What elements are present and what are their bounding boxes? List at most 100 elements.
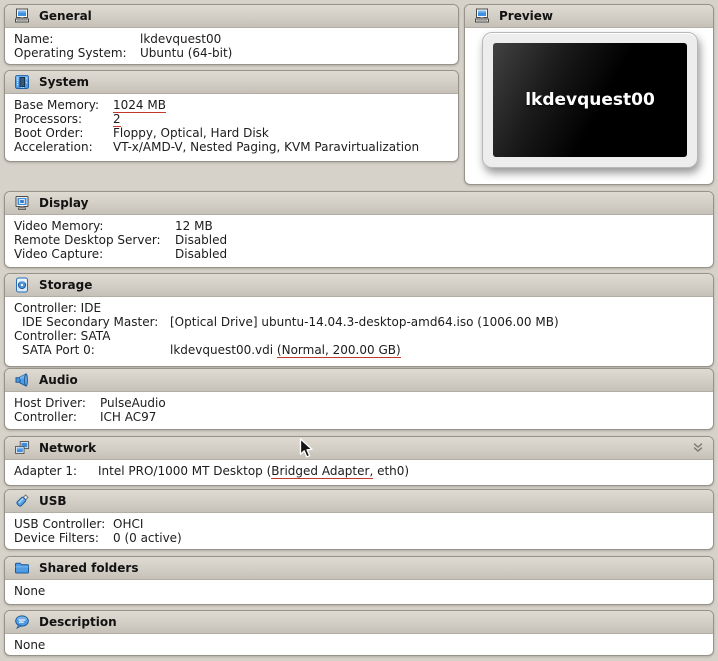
- network-section-header[interactable]: Network: [5, 437, 713, 460]
- shared-folders-section-header[interactable]: Shared folders: [5, 557, 713, 580]
- row-value: 12 MB: [175, 219, 213, 233]
- row-label: Adapter 1:: [14, 464, 78, 478]
- usb-plug-icon: [14, 493, 30, 509]
- audio-section: Audio Host Driver: PulseAudio Controller: I…: [4, 368, 714, 430]
- display-section-header[interactable]: Display: [5, 192, 713, 215]
- detail-row: Adapter 1: Intel PRO/1000 MT Desktop (Bri…: [14, 464, 704, 479]
- section-title: System: [39, 75, 89, 89]
- row-label: Host Driver:: [14, 396, 86, 410]
- row-value: Ubuntu (64-bit): [140, 46, 233, 60]
- row-value: 1024 MB: [113, 98, 166, 113]
- row-value: OHCI: [113, 517, 144, 531]
- row-value: lkdevquest00.vdi (Normal, 200.00 GB): [170, 343, 401, 358]
- row-value: ICH AC97: [100, 410, 157, 424]
- preview-vm-name: lkdevquest00: [525, 90, 655, 110]
- detail-row: Video Memory: 12 MB: [14, 219, 704, 233]
- detail-row: IDE Secondary Master: [Optical Drive] ubu…: [14, 315, 704, 329]
- description-section: Description None: [4, 610, 714, 656]
- general-section: General Name: lkdevquest00 Operating Syste…: [4, 4, 459, 65]
- detail-row: Operating System: Ubuntu (64-bit): [14, 46, 449, 60]
- detail-row: USB Controller: OHCI: [14, 517, 704, 531]
- row-value: lkdevquest00: [140, 32, 222, 46]
- row-label: Name:: [14, 32, 54, 46]
- row-value: 0 (0 active): [113, 531, 182, 545]
- row-value: [Optical Drive] ubuntu-14.04.3-desktop-a…: [170, 315, 559, 329]
- preview-section-header[interactable]: Preview: [465, 5, 713, 28]
- audio-section-body: Host Driver: PulseAudio Controller: ICH AC9…: [5, 392, 713, 428]
- section-title: Description: [39, 615, 117, 629]
- detail-row: Host Driver: PulseAudio: [14, 396, 704, 410]
- display-monitor-icon: [14, 195, 30, 211]
- row-label: Acceleration:: [14, 140, 93, 154]
- system-section: System Base Memory: 1024 MB Processors: 2 Bo…: [4, 70, 459, 162]
- row-value: None: [14, 638, 46, 652]
- description-section-header[interactable]: Description: [5, 611, 713, 634]
- machine-monitor-icon: [14, 8, 30, 24]
- detail-row: None: [14, 638, 704, 652]
- detail-row: None: [14, 584, 704, 598]
- row-value: Disabled: [175, 247, 228, 261]
- usb-section-body: USB Controller: OHCI Device Filters: 0 (0 a…: [5, 513, 713, 549]
- display-section: Display Video Memory: 12 MB Remote Desktop…: [4, 191, 714, 268]
- machine-monitor-icon: [474, 8, 490, 24]
- row-label: Operating System:: [14, 46, 127, 60]
- speaker-icon: [14, 372, 30, 388]
- row-value: VT-x/AMD-V, Nested Paging, KVM Paravirtu…: [113, 140, 420, 154]
- system-section-body: Base Memory: 1024 MB Processors: 2 Boot Orde…: [5, 94, 458, 158]
- usb-section-header[interactable]: USB: [5, 490, 713, 513]
- row-label: USB Controller:: [14, 517, 106, 531]
- section-title: Shared folders: [39, 561, 139, 575]
- vm-details-pane: { "page": {"background": "#d6d2c9", "acc…: [0, 0, 718, 661]
- row-value: None: [14, 584, 46, 598]
- detail-row: Remote Desktop Server: Disabled: [14, 233, 704, 247]
- row-label: SATA Port 0:: [22, 343, 95, 357]
- detail-row: SATA Port 0: lkdevquest00.vdi (Normal, 20…: [14, 343, 704, 358]
- shared-folders-section-body: None: [5, 580, 713, 602]
- description-section-body: None: [5, 634, 713, 655]
- section-title: Display: [39, 196, 89, 210]
- detail-row: Acceleration: VT-x/AMD-V, Nested Paging, …: [14, 140, 449, 154]
- section-title: USB: [39, 494, 67, 508]
- row-value: Intel PRO/1000 MT Desktop (Bridged Adapt…: [98, 464, 410, 479]
- row-label: Processors:: [14, 112, 83, 126]
- storage-section-header[interactable]: Storage: [5, 274, 713, 297]
- storage-section-body: Controller: IDE IDE Secondary Master: [Opt…: [5, 297, 713, 361]
- section-title: Preview: [499, 9, 554, 23]
- usb-section: USB USB Controller: OHCI Device Filters: 0 …: [4, 489, 714, 550]
- detail-row: Processors: 2: [14, 112, 449, 127]
- section-title: General: [39, 9, 92, 23]
- row-label: Remote Desktop Server:: [14, 233, 161, 247]
- section-title: Audio: [39, 373, 78, 387]
- preview-screen: lkdevquest00: [493, 43, 687, 157]
- row-label: Video Capture:: [14, 247, 104, 261]
- row-label: Device Filters:: [14, 531, 99, 545]
- storage-section: Storage Controller: IDE IDE Secondary Mas…: [4, 273, 714, 367]
- detail-row: Device Filters: 0 (0 active): [14, 531, 704, 545]
- preview-monitor-frame: lkdevquest00: [482, 32, 698, 168]
- system-section-header[interactable]: System: [5, 71, 458, 94]
- preview-section: Preview lkdevquest00: [464, 4, 714, 185]
- row-value: 2: [113, 112, 121, 127]
- row-text: Controller: IDE: [14, 301, 102, 315]
- detail-row: Controller: ICH AC97: [14, 410, 704, 424]
- general-section-body: Name: lkdevquest00 Operating System: Ubuntu…: [5, 28, 458, 64]
- detail-row: Video Capture: Disabled: [14, 247, 704, 261]
- comment-bubble-icon: [14, 614, 30, 630]
- row-value: Floppy, Optical, Hard Disk: [113, 126, 269, 140]
- row-text: Controller: SATA: [14, 329, 111, 343]
- row-value: PulseAudio: [100, 396, 166, 410]
- hard-disk-icon: [14, 277, 30, 293]
- audio-section-header[interactable]: Audio: [5, 369, 713, 392]
- folder-icon: [14, 560, 30, 576]
- detail-row: Controller: SATA: [14, 329, 704, 343]
- row-label: Boot Order:: [14, 126, 84, 140]
- section-title: Network: [39, 441, 97, 455]
- display-section-body: Video Memory: 12 MB Remote Desktop Server:…: [5, 215, 713, 265]
- row-label: Base Memory:: [14, 98, 100, 112]
- detail-row: Boot Order: Floppy, Optical, Hard Disk: [14, 126, 449, 140]
- shared-folders-section: Shared folders None: [4, 556, 714, 605]
- chevron-double-down-icon[interactable]: [690, 440, 706, 456]
- general-section-header[interactable]: General: [5, 5, 458, 28]
- section-title: Storage: [39, 278, 93, 292]
- row-label: Video Memory:: [14, 219, 104, 233]
